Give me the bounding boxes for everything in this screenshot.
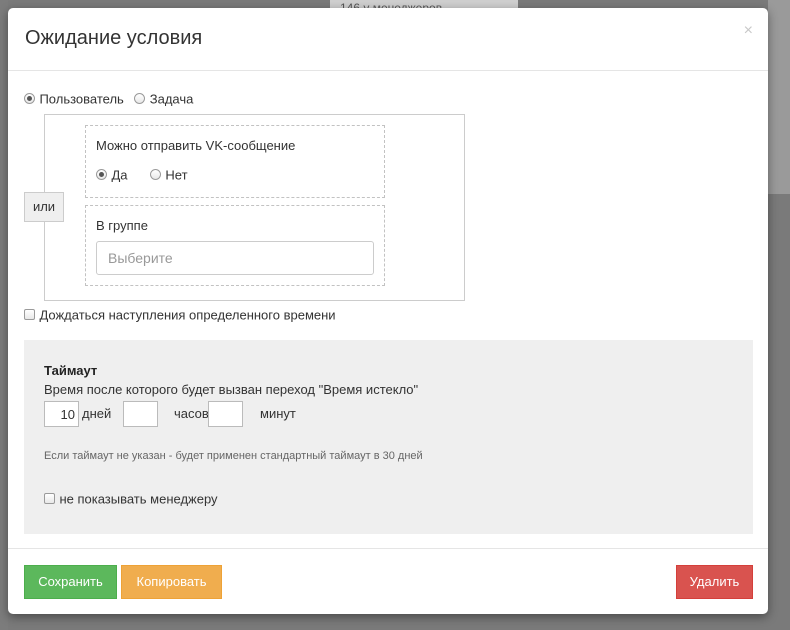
wait-time-label: Дождаться наступления определенного врем… [39, 307, 336, 323]
timeout-days-input[interactable] [44, 401, 79, 427]
timeout-days-label: дней [82, 406, 112, 421]
vk-option-yes-label: Да [111, 167, 128, 183]
hide-from-manager-label: не показывать менеджеру [59, 491, 218, 507]
vk-condition-block [85, 125, 385, 198]
modal-footer: Сохранить Копировать Удалить [8, 548, 768, 615]
radio-user[interactable] [24, 93, 35, 105]
wait-time-checkbox[interactable] [24, 309, 35, 321]
timeout-minutes-label: минут [260, 406, 296, 421]
timeout-hours-input[interactable] [123, 401, 158, 427]
vk-condition-title: Можно отправить VK-сообщение [96, 138, 296, 153]
target-option-user-label: Пользователь [39, 91, 124, 107]
timeout-note: Если таймаут не указан - будет применен … [44, 450, 423, 462]
vk-option-no[interactable]: Нет [149, 166, 188, 184]
target-radio-group: Пользователь Задача [24, 90, 199, 108]
group-condition-title: В группе [96, 218, 148, 233]
modal-header: Ожидание условия × [8, 8, 768, 71]
background-page [0, 0, 8, 630]
or-toggle-button[interactable]: или [24, 192, 64, 222]
timeout-panel: Таймаут Время после которого будет вызва… [24, 340, 753, 534]
wait-condition-modal: Ожидание условия × Пользователь Задача и… [8, 8, 768, 614]
timeout-minutes-input[interactable] [208, 401, 243, 427]
radio-no[interactable] [149, 169, 161, 181]
background-panel [768, 0, 790, 194]
hide-from-manager-option[interactable]: не показывать менеджеру [44, 490, 218, 508]
modal-title: Ожидание условия [25, 27, 203, 49]
wait-time-option[interactable]: Дождаться наступления определенного врем… [24, 306, 336, 324]
vk-option-no-label: Нет [165, 167, 188, 183]
target-option-task[interactable]: Задача [134, 90, 193, 108]
vk-radio-group: Да Нет [96, 166, 206, 184]
hide-from-manager-checkbox[interactable] [44, 493, 55, 505]
timeout-hours-label: часов [174, 406, 209, 421]
group-select[interactable]: Выберите [96, 241, 374, 275]
vk-option-yes[interactable]: Да [96, 166, 128, 184]
target-option-user[interactable]: Пользователь [24, 90, 124, 108]
copy-button[interactable]: Копировать [121, 565, 222, 599]
target-option-task-label: Задача [149, 91, 194, 107]
delete-button[interactable]: Удалить [676, 565, 753, 599]
timeout-description: Время после которого будет вызван перехо… [44, 382, 419, 397]
timeout-title: Таймаут [44, 363, 98, 378]
close-icon[interactable]: × [744, 22, 753, 40]
radio-yes[interactable] [96, 169, 107, 181]
radio-task[interactable] [134, 93, 146, 105]
save-button[interactable]: Сохранить [24, 565, 117, 599]
